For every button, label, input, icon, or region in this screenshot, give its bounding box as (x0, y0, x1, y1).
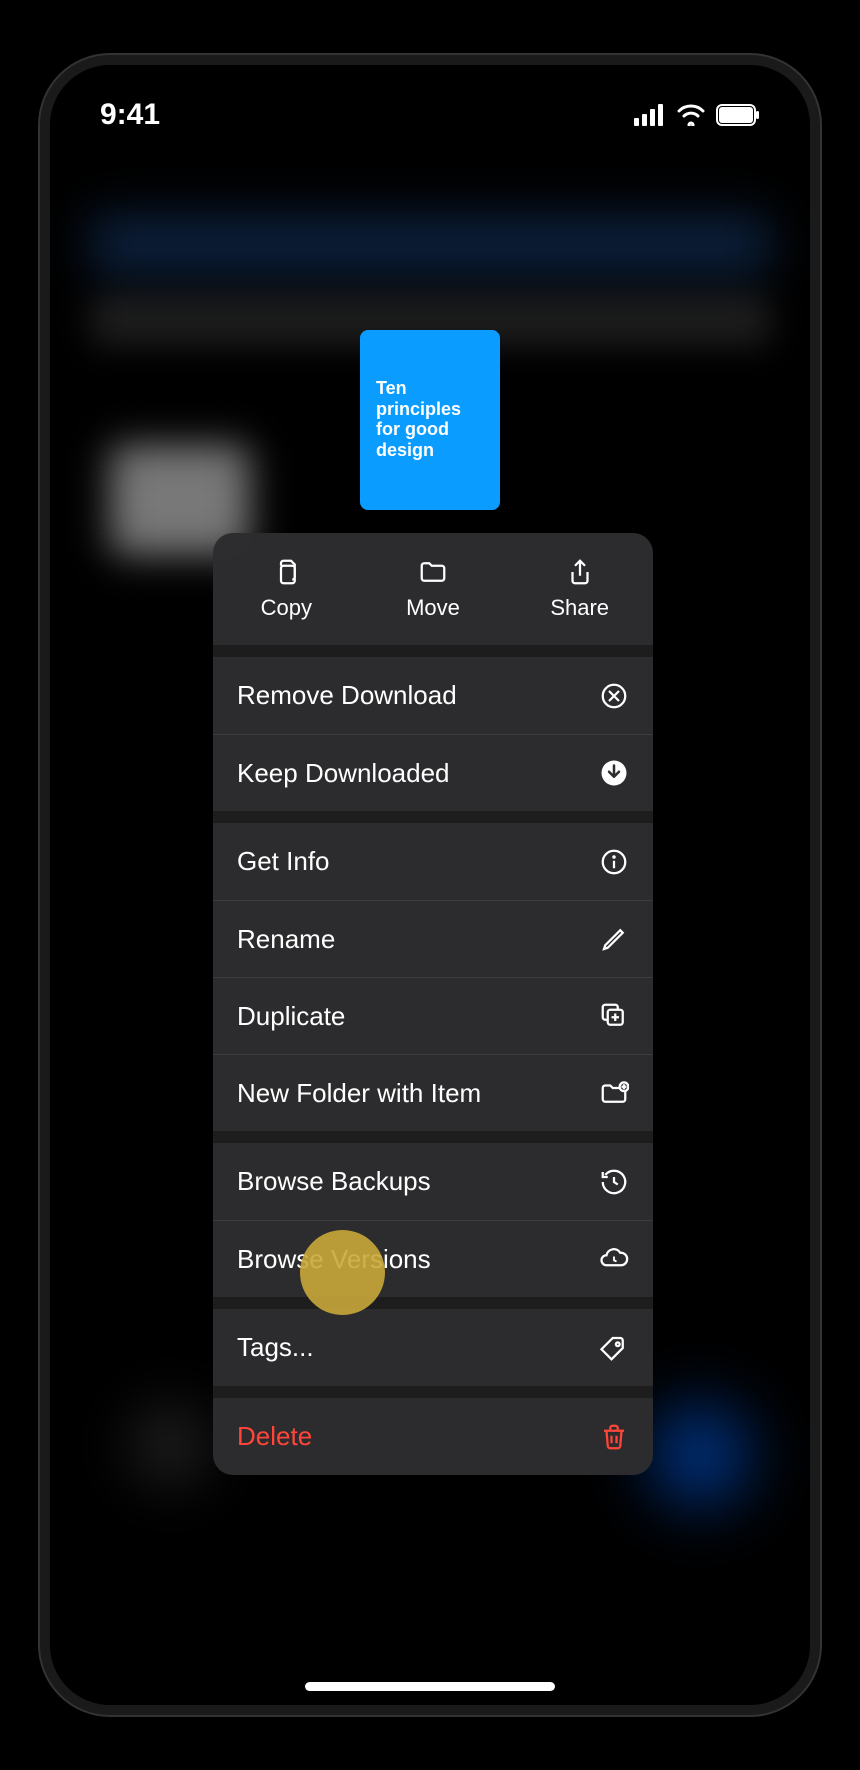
browse-versions-item[interactable]: Browse Versions (213, 1220, 653, 1297)
remove-icon (599, 681, 629, 711)
share-label: Share (550, 595, 609, 621)
get-info-label: Get Info (237, 846, 330, 877)
pencil-icon (599, 924, 629, 954)
status-icons (634, 104, 760, 126)
battery-icon (716, 104, 760, 126)
move-label: Move (406, 595, 460, 621)
status-time: 9:41 (100, 98, 160, 132)
rename-label: Rename (237, 924, 335, 955)
new-folder-item[interactable]: New Folder with Item (213, 1054, 653, 1131)
trash-icon (599, 1422, 629, 1452)
file-thumbnail-title: Ten principles for good design (376, 378, 484, 461)
duplicate-icon (599, 1001, 629, 1031)
rename-item[interactable]: Rename (213, 900, 653, 977)
status-bar: 9:41 (50, 90, 810, 140)
remove-download-item[interactable]: Remove Download (213, 657, 653, 734)
new-folder-label: New Folder with Item (237, 1078, 481, 1109)
folder-plus-icon (599, 1078, 629, 1108)
phone-frame: 9:41 Ten principles for good design Copy… (40, 55, 820, 1715)
delete-item[interactable]: Delete (213, 1398, 653, 1475)
get-info-item[interactable]: Get Info (213, 823, 653, 900)
cellular-signal-icon (634, 104, 666, 126)
browse-backups-item[interactable]: Browse Backups (213, 1143, 653, 1220)
home-indicator[interactable] (305, 1682, 555, 1691)
copy-icon (271, 557, 301, 587)
download-filled-icon (599, 758, 629, 788)
info-icon (599, 847, 629, 877)
file-thumbnail[interactable]: Ten principles for good design (360, 330, 500, 510)
tags-item[interactable]: Tags... (213, 1309, 653, 1386)
tag-icon (599, 1333, 629, 1363)
copy-label: Copy (261, 595, 312, 621)
browse-backups-label: Browse Backups (237, 1166, 431, 1197)
remove-download-label: Remove Download (237, 680, 457, 711)
duplicate-item[interactable]: Duplicate (213, 977, 653, 1054)
context-menu: Copy Move Share Remove Download Keep Dow… (213, 533, 653, 1475)
move-button[interactable]: Move (360, 533, 507, 645)
delete-label: Delete (237, 1421, 312, 1452)
duplicate-label: Duplicate (237, 1001, 345, 1032)
share-button[interactable]: Share (506, 533, 653, 645)
wifi-icon (676, 104, 706, 126)
tags-label: Tags... (237, 1332, 314, 1363)
keep-downloaded-item[interactable]: Keep Downloaded (213, 734, 653, 811)
context-menu-top-actions: Copy Move Share (213, 533, 653, 645)
copy-button[interactable]: Copy (213, 533, 360, 645)
keep-downloaded-label: Keep Downloaded (237, 758, 450, 789)
tap-indicator (300, 1230, 385, 1315)
history-icon (599, 1167, 629, 1197)
folder-icon (418, 557, 448, 587)
share-icon (565, 557, 595, 587)
cloud-history-icon (599, 1244, 629, 1274)
